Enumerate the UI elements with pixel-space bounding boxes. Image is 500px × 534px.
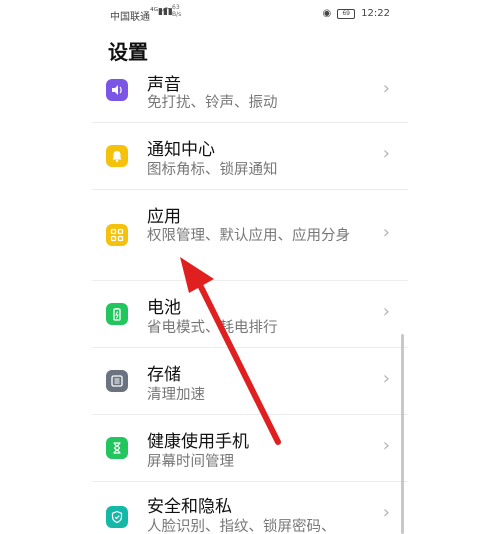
settings-list: 声音 免打扰、铃声、振动 › 通知中心 图标角标、锁屏通知 › 应用 权限管理、… [92, 66, 408, 534]
left-blank-area [0, 0, 92, 534]
status-right-group: ◉ 69 12:22 [322, 8, 390, 19]
settings-item-storage[interactable]: 存储 清理加速 › [92, 348, 408, 415]
settings-item-subtitle: 免打扰、铃声、振动 [147, 95, 278, 111]
clock: 12:22 [361, 8, 390, 19]
settings-item-title: 通知中心 [147, 140, 215, 160]
settings-item-subtitle: 清理加速 [147, 387, 205, 403]
net-speed: 63 B/s [172, 4, 181, 18]
settings-item-subtitle: 图标角标、锁屏通知 [147, 162, 278, 178]
settings-item-apps[interactable]: 应用 权限管理、默认应用、应用分身 › [92, 190, 408, 281]
hourglass-icon [106, 437, 128, 459]
wifi-icon: ◠ [162, 6, 171, 17]
settings-item-notifications[interactable]: 通知中心 图标角标、锁屏通知 › [92, 123, 408, 190]
chevron-right-icon: › [382, 368, 390, 389]
settings-item-title: 存储 [147, 365, 181, 385]
bell-icon [106, 145, 128, 167]
net-speed-unit: B/s [172, 11, 182, 18]
settings-item-subtitle: 人脸识别、指纹、锁屏密码、 [147, 519, 336, 534]
settings-item-title: 电池 [147, 298, 181, 318]
net-speed-value: 63 [172, 4, 180, 11]
settings-item-subtitle: 权限管理、默认应用、应用分身 [147, 228, 350, 244]
scrollbar[interactable] [401, 334, 404, 534]
right-blank-area [408, 0, 500, 534]
settings-item-digital-balance[interactable]: 健康使用手机 屏幕时间管理 › [92, 415, 408, 482]
chevron-right-icon: › [382, 301, 390, 322]
storage-icon [106, 370, 128, 392]
settings-item-subtitle: 屏幕时间管理 [147, 454, 234, 470]
settings-item-battery[interactable]: 电池 省电模式、耗电排行 › [92, 281, 408, 348]
phone-screen: 中国联通 ⁴ᴳ▮▮▮ ◠ 63 B/s ◉ 69 12:22 设置 声音 免打扰… [92, 0, 408, 534]
shield-icon [106, 506, 128, 528]
chevron-right-icon: › [382, 502, 390, 523]
settings-item-title: 健康使用手机 [147, 432, 249, 452]
settings-item-sound[interactable]: 声音 免打扰、铃声、振动 › [92, 66, 408, 123]
chevron-right-icon: › [382, 435, 390, 456]
chevron-right-icon: › [382, 222, 390, 243]
speaker-icon [106, 79, 128, 101]
battery-status: 69 [337, 8, 356, 19]
status-bar: 中国联通 ⁴ᴳ▮▮▮ ◠ 63 B/s ◉ 69 12:22 [92, 0, 408, 28]
settings-item-title: 安全和隐私 [147, 497, 232, 517]
battery-icon [106, 303, 128, 325]
apps-grid-icon [106, 224, 128, 246]
settings-item-subtitle: 省电模式、耗电排行 [147, 320, 278, 336]
chevron-right-icon: › [382, 143, 390, 164]
page-title: 设置 [108, 40, 148, 64]
carrier-label: 中国联通 [110, 12, 150, 23]
settings-item-security[interactable]: 安全和隐私 人脸识别、指纹、锁屏密码、 › [92, 482, 408, 534]
chevron-right-icon: › [382, 78, 390, 99]
eye-comfort-icon: ◉ [322, 8, 332, 19]
